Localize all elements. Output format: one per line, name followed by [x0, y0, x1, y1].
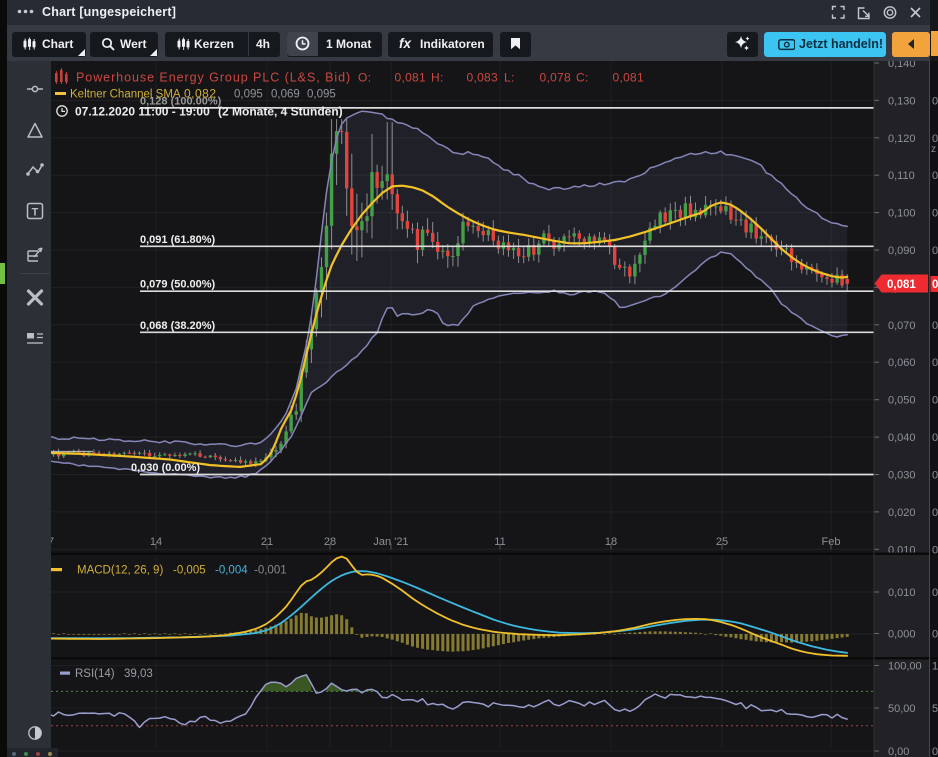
svg-text:T: T [32, 207, 39, 219]
svg-text:0,030: 0,030 [888, 470, 916, 482]
svg-text:0,068 (38.20%): 0,068 (38.20%) [140, 320, 216, 332]
svg-text:07.12.2020 11:00 - 19:00: 07.12.2020 11:00 - 19:00 [75, 105, 210, 119]
svg-text:0: 0 [932, 544, 938, 556]
svg-text:0,083: 0,083 [466, 71, 498, 85]
svg-text:0: 0 [932, 507, 938, 519]
svg-text:0,091 (61.80%): 0,091 (61.80%) [140, 234, 216, 246]
svg-text:-0,001: -0,001 [254, 565, 287, 577]
svg-text:C:: C: [576, 71, 589, 85]
svg-text:39,03: 39,03 [124, 668, 153, 680]
svg-text:0,081: 0,081 [394, 71, 426, 85]
svg-text:0,069: 0,069 [271, 89, 300, 101]
svg-text:0,095: 0,095 [307, 89, 336, 101]
svg-text:0,095: 0,095 [234, 89, 263, 101]
svg-text:0,130: 0,130 [888, 95, 916, 107]
svg-text:0,040: 0,040 [888, 432, 916, 444]
svg-text:0: 0 [932, 470, 938, 482]
svg-text:0: 0 [932, 432, 938, 444]
svg-text:(2 Monate, 4 Stunden): (2 Monate, 4 Stunden) [218, 105, 343, 119]
svg-text:0: 0 [932, 357, 938, 369]
svg-text:z: z [931, 144, 936, 155]
svg-text:0,030 (0.00%): 0,030 (0.00%) [131, 462, 200, 474]
svg-text:0: 0 [932, 320, 938, 332]
svg-text:0,079 (50.00%): 0,079 (50.00%) [140, 279, 216, 291]
svg-text:0,010: 0,010 [888, 587, 916, 599]
svg-text:0: 0 [932, 170, 938, 182]
svg-text:0,000: 0,000 [888, 629, 916, 641]
svg-text:RSI(14): RSI(14) [75, 668, 115, 680]
svg-text:0,070: 0,070 [888, 320, 916, 332]
svg-text:0: 0 [932, 279, 938, 291]
svg-text:0,078: 0,078 [539, 71, 571, 85]
svg-text:0,020: 0,020 [888, 507, 916, 519]
svg-text:0: 0 [932, 395, 938, 407]
svg-text:0: 0 [932, 629, 938, 641]
svg-text:0,060: 0,060 [888, 357, 916, 369]
svg-text:0: 0 [932, 95, 938, 107]
svg-text:0,081: 0,081 [887, 279, 916, 291]
svg-text:0: 0 [932, 208, 938, 220]
svg-text:0,120: 0,120 [888, 133, 916, 145]
svg-text:0,110: 0,110 [888, 170, 915, 182]
svg-text:-0,004: -0,004 [215, 565, 248, 577]
svg-text:-0,005: -0,005 [173, 565, 206, 577]
svg-text:0: 0 [932, 245, 938, 257]
svg-text:1: 1 [932, 661, 938, 673]
svg-text:MACD(12, 26, 9): MACD(12, 26, 9) [77, 565, 163, 577]
svg-text:0,00: 0,00 [888, 746, 909, 757]
svg-text:100,00: 100,00 [888, 661, 922, 673]
svg-text:0,090: 0,090 [888, 245, 916, 257]
svg-text:Keltner Channel SMA: Keltner Channel SMA [70, 89, 181, 101]
svg-text:H:: H: [431, 71, 444, 85]
svg-text:Powerhouse Energy Group PLC (L: Powerhouse Energy Group PLC (L&S, Bid) [76, 71, 351, 85]
svg-text:0,082: 0,082 [184, 87, 217, 101]
svg-text:0,050: 0,050 [888, 395, 916, 407]
svg-text:0,081: 0,081 [612, 71, 644, 85]
svg-text:5: 5 [932, 703, 938, 715]
svg-text:0,100: 0,100 [888, 208, 916, 220]
svg-text:0: 0 [932, 746, 938, 757]
svg-text:0: 0 [932, 133, 938, 145]
svg-text:0: 0 [932, 587, 938, 599]
svg-text:50,00: 50,00 [888, 703, 916, 715]
svg-text:L:: L: [504, 71, 515, 85]
svg-text:O:: O: [358, 71, 371, 85]
